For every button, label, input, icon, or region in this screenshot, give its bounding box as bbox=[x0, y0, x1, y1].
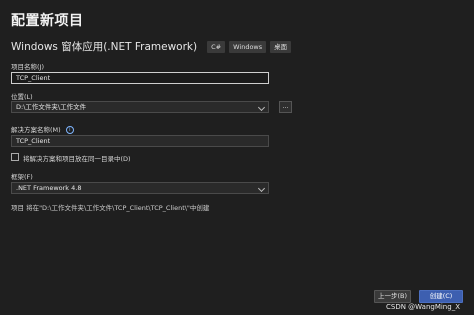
solution-name-label-row: 解决方案名称(M) i bbox=[11, 124, 74, 134]
project-name-value: TCP_Client bbox=[16, 74, 51, 82]
framework-value: .NET Framework 4.8 bbox=[16, 184, 82, 192]
browse-button[interactable]: ... bbox=[279, 101, 292, 113]
framework-dropdown[interactable]: .NET Framework 4.8 bbox=[11, 182, 269, 194]
location-dropdown[interactable]: D:\工作文件夹\工作文件 bbox=[11, 101, 269, 113]
dialog-title: 配置新项目 bbox=[11, 13, 84, 29]
tag-language: C# bbox=[207, 40, 226, 53]
watermark: CSDN @WangMing_X bbox=[386, 303, 460, 311]
same-directory-checkbox[interactable] bbox=[11, 153, 19, 161]
solution-name-input[interactable]: TCP_Client bbox=[11, 135, 269, 147]
info-icon[interactable]: i bbox=[65, 126, 74, 134]
solution-name-value: TCP_Client bbox=[16, 137, 51, 145]
project-name-label: 项目名称(J) bbox=[11, 63, 44, 71]
tag-platform: Windows bbox=[229, 40, 267, 53]
solution-name-label: 解决方案名称(M) bbox=[11, 126, 61, 134]
framework-label: 框架(F) bbox=[11, 173, 33, 181]
chevron-down-icon bbox=[257, 103, 266, 112]
chevron-down-icon bbox=[257, 184, 266, 193]
project-path-summary: 项目 将在"D:\工作文件夹\工作文件\TCP_Client\TCP_Clien… bbox=[11, 204, 210, 212]
project-name-input[interactable]: TCP_Client bbox=[11, 72, 269, 84]
template-info: Windows 窗体应用(.NET Framework) C# Windows … bbox=[11, 39, 292, 54]
location-label: 位置(L) bbox=[11, 93, 33, 101]
location-value: D:\工作文件夹\工作文件 bbox=[16, 103, 87, 111]
create-button[interactable]: 创建(C) bbox=[419, 290, 463, 303]
tag-project-type: 桌面 bbox=[270, 40, 292, 53]
same-directory-label[interactable]: 将解决方案和项目放在同一目录中(D) bbox=[23, 153, 131, 163]
template-name: Windows 窗体应用(.NET Framework) bbox=[11, 41, 198, 53]
back-button[interactable]: 上一步(B) bbox=[374, 290, 411, 303]
